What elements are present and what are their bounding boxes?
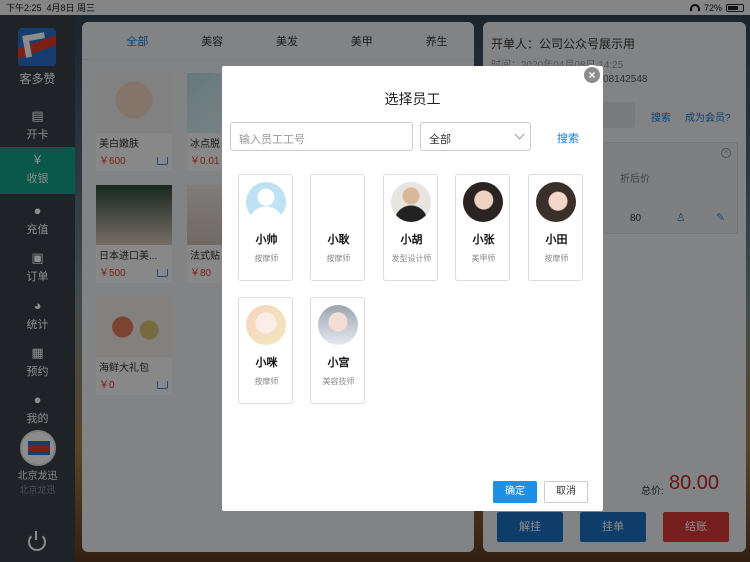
employee-role: 发型设计师 (391, 254, 432, 263)
employee-role: 按摩师 (544, 254, 569, 263)
confirm-button[interactable]: 确定 (493, 481, 537, 503)
employee-avatar (246, 182, 286, 222)
employee-avatar (246, 305, 286, 345)
employee-name: 小田 (545, 234, 568, 246)
employee-filter-select[interactable]: 全部 (420, 122, 531, 151)
employee-role: 按摩师 (326, 254, 351, 263)
employee-card[interactable]: 小耿 按摩师 (310, 174, 365, 281)
employee-name: 小宫 (327, 357, 350, 369)
employee-avatar (463, 182, 503, 222)
employee-role: 美容技师 (322, 377, 355, 386)
employee-avatar (391, 182, 431, 222)
employee-avatar (318, 182, 358, 222)
employee-card[interactable]: 小胡 发型设计师 (383, 174, 438, 281)
employee-card[interactable]: 小咪 按摩师 (238, 297, 293, 404)
employee-avatar (536, 182, 576, 222)
cancel-button[interactable]: 取消 (544, 481, 588, 503)
dialog-title: 选择员工 (384, 91, 441, 107)
employee-role: 按摩师 (254, 254, 279, 263)
employee-name: 小张 (472, 234, 495, 246)
employee-card[interactable]: 小张 美甲师 (455, 174, 510, 281)
employee-name: 小帅 (255, 234, 278, 246)
select-employee-dialog: 选择员工 × 输入员工工号 全部 搜索 小帅 按摩师 小耿 按摩师 小胡 发型设… (222, 65, 603, 511)
employee-card[interactable]: 小宫 美容技师 (310, 297, 365, 404)
employee-id-input[interactable]: 输入员工工号 (230, 122, 413, 151)
close-icon[interactable]: × (582, 65, 602, 85)
chevron-down-icon (514, 129, 525, 140)
employee-name: 小耿 (327, 234, 350, 246)
employee-search-button[interactable]: 搜索 (557, 130, 579, 146)
employee-card[interactable]: 小帅 按摩师 (238, 174, 293, 281)
employee-name: 小咪 (255, 357, 278, 369)
select-value: 全部 (429, 134, 451, 146)
employee-name: 小胡 (400, 234, 423, 246)
employee-role: 美甲师 (471, 254, 496, 263)
employee-avatar (318, 305, 358, 345)
employee-card[interactable]: 小田 按摩师 (528, 174, 583, 281)
employee-role: 按摩师 (254, 377, 279, 386)
